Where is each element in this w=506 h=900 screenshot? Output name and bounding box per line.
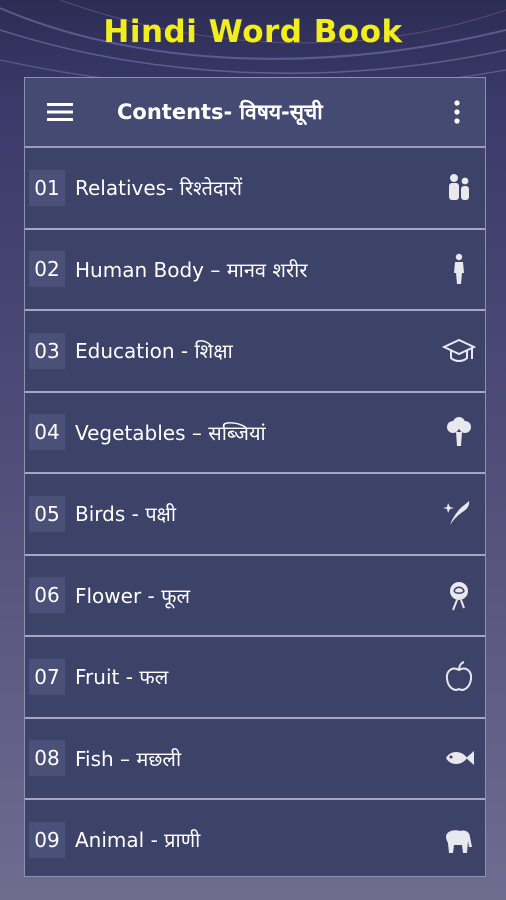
list-item-vegetables[interactable]: 04 Vegetables – सब्जियां (25, 392, 485, 474)
list-item-human-body[interactable]: 02 Human Body – मानव शरीर (25, 229, 485, 311)
bird-icon (437, 492, 481, 536)
item-number: 06 (29, 577, 65, 614)
item-number: 01 (29, 169, 65, 206)
item-number: 04 (29, 414, 65, 451)
family-icon (437, 166, 481, 210)
fish-icon (437, 736, 481, 780)
item-label: Fruit - फल (75, 665, 169, 690)
apple-icon (437, 655, 481, 699)
item-label: Relatives- रिश्तेदारों (75, 176, 243, 201)
hamburger-menu-icon[interactable] (25, 78, 95, 147)
item-label: Vegetables – सब्जियां (75, 420, 266, 445)
item-label: Flower - फूल (75, 583, 191, 608)
list-item-birds[interactable]: 05 Birds - पक्षी (25, 474, 485, 556)
toolbar: Contents- विषय-सूची (25, 78, 485, 148)
item-number: 05 (29, 495, 65, 532)
item-number: 09 (29, 821, 65, 858)
item-label: Fish – मछली (75, 746, 182, 771)
toolbar-title: Contents- विषय-सूची (117, 100, 323, 124)
item-number: 02 (29, 251, 65, 288)
graduation-cap-icon (437, 329, 481, 373)
item-number: 07 (29, 658, 65, 695)
item-label: Animal - प्राणी (75, 828, 201, 853)
elephant-icon (437, 818, 481, 862)
list-item-animal[interactable]: 09 Animal - प्राणी (25, 800, 485, 876)
app-banner-title: Hindi Word Book (103, 14, 403, 50)
list-item-fish[interactable]: 08 Fish – मछली (25, 718, 485, 800)
item-label: Education - शिक्षा (75, 339, 233, 364)
contents-panel: Contents- विषय-सूची 01 Relatives- रिश्ते… (24, 77, 486, 877)
list-item-flower[interactable]: 06 Flower - फूल (25, 555, 485, 637)
list-item-fruit[interactable]: 07 Fruit - फल (25, 637, 485, 719)
human-figure-icon (437, 247, 481, 291)
rose-icon (437, 573, 481, 617)
more-vert-icon[interactable] (429, 78, 485, 147)
list-item-education[interactable]: 03 Education - शिक्षा (25, 311, 485, 393)
broccoli-icon (437, 410, 481, 454)
item-number: 03 (29, 332, 65, 369)
list-item-relatives[interactable]: 01 Relatives- रिश्तेदारों (25, 148, 485, 230)
item-number: 08 (29, 740, 65, 777)
item-label: Birds - पक्षी (75, 502, 177, 527)
item-label: Human Body – मानव शरीर (75, 257, 308, 282)
